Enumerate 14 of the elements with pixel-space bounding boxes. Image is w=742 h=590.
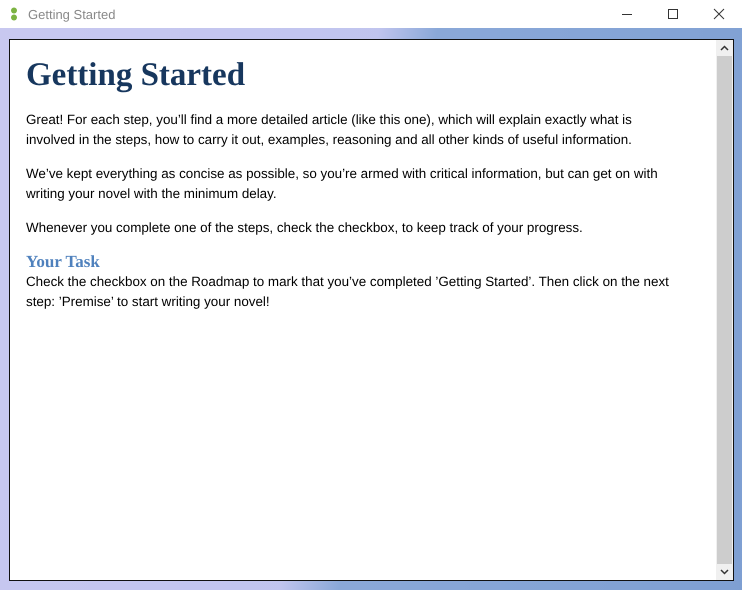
paragraph: Great! For each step, you’ll find a more detailed article (like this one), which will explain exactly what is involved in the steps, how to carry it out, examples, reasoning and all other kinds of useful information. — [26, 111, 633, 149]
scroll-thumb[interactable] — [717, 56, 732, 564]
scroll-up-icon[interactable] — [720, 45, 729, 51]
paragraph: Whenever you complete one of the steps, check the checkbox, to keep track of your progress. — [26, 219, 584, 237]
paragraph: We’ve kept everything as concise as possible, so you’re armed with critical information, but can get on with writing your novel with the minimum delay. — [26, 165, 659, 203]
paragraph: Check the checkbox on the Roadmap to mark that you’ve completed ’Getting Started’. Then click on the next step: ’Premise’ to start writing your novel! — [26, 273, 670, 311]
maximize-icon — [667, 8, 679, 20]
app-icon — [10, 7, 18, 21]
close-icon — [713, 8, 725, 20]
section-heading: Your Task — [26, 252, 101, 272]
article-heading: Getting Started — [26, 57, 246, 94]
window-title: Getting Started — [28, 6, 116, 22]
scrollbar[interactable] — [716, 40, 733, 580]
scroll-down-icon[interactable] — [720, 569, 729, 575]
